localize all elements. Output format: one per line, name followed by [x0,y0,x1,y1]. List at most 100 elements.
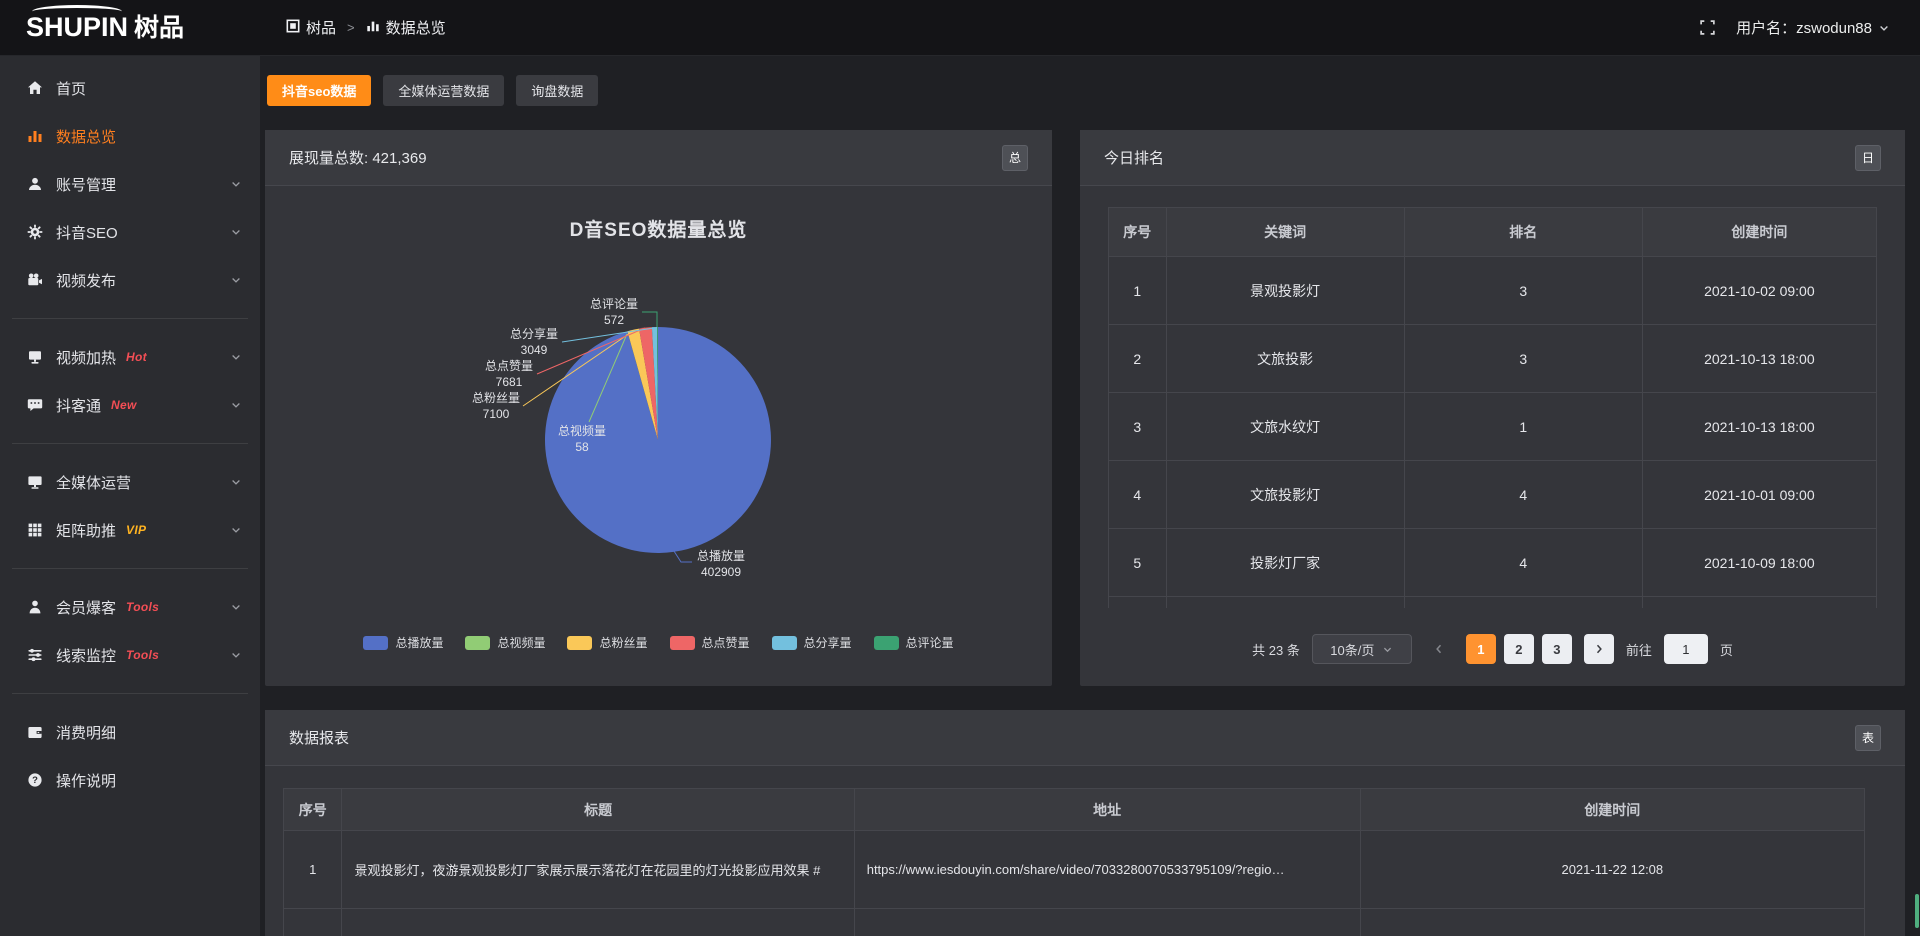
table-row[interactable]: 4文旅投影灯42021-10-01 09:00 [1109,461,1877,529]
video-url-link[interactable]: https://www.iesdouyin.com/share/video/70… [854,831,1360,909]
table-cell: 4 [1404,461,1642,529]
ranking-panel-header: 今日排名 日 [1080,130,1905,186]
app-logo[interactable]: SHUPIN 树品 [0,14,260,41]
ranking-panel: 今日排名 日 序号关键词排名创建时间1景观投影灯32021-10-02 09:0… [1080,130,1905,686]
sidebar-item-数据总览[interactable]: 数据总览 [0,112,260,160]
sidebar-item-消费明细[interactable]: 消费明细 [0,708,260,756]
chevron-left-icon [1433,643,1445,655]
legend-item-总粉丝量[interactable]: 总粉丝量 [567,634,647,651]
ranking-day-toggle-button[interactable]: 日 [1855,145,1881,171]
video-camera-icon [27,272,43,288]
table-row[interactable]: 2文旅投影32021-10-13 18:00 [1109,325,1877,393]
table-cell: 2021-10-13 18:00 [1642,325,1876,393]
breadcrumb-current-label: 数据总览 [386,17,446,38]
page-button-1[interactable]: 1 [1466,634,1496,664]
table-cell: 2 [1109,325,1167,393]
legend-label: 总粉丝量 [599,634,647,651]
pie-chart-area: D音SEO数据量总览 总播放量402909总视频量58总粉丝量7100总点赞量7… [265,186,1052,686]
report-table-toggle-button[interactable]: 表 [1855,725,1881,751]
legend-label: 总分享量 [804,634,852,651]
table-cell: 1 [1404,393,1642,461]
breadcrumb-root[interactable]: 树品 [286,17,336,38]
report-table: 序号标题地址创建时间1景观投影灯，夜游景观投影灯厂家展示展示落花灯在花园里的灯光… [283,788,1865,936]
title-cell: 景观投影灯，夜游景观投影灯厂家展示展示落花灯在花园里的灯光投影应用效果 # [342,831,854,909]
sidebar-item-label: 会员爆客 [56,597,116,618]
legend-swatch [567,636,592,650]
chevron-down-icon [230,476,242,488]
table-header-row: 序号关键词排名创建时间 [1109,208,1877,257]
sidebar-item-label: 抖客通 [56,395,101,416]
user-menu[interactable]: 用户名：zswodun88 [1736,17,1890,38]
pie-label-总粉丝量: 总粉丝量7100 [467,390,525,422]
page-button-3[interactable]: 3 [1542,634,1572,664]
sidebar-item-操作说明[interactable]: ?操作说明 [0,756,260,804]
breadcrumb-current[interactable]: 数据总览 [366,17,446,38]
chevron-down-icon [230,178,242,190]
breadcrumb-separator: > [347,20,355,35]
pie-label-总播放量: 总播放量402909 [690,548,752,580]
tab-抖音seo数据[interactable]: 抖音seo数据 [267,75,371,106]
chevron-down-icon [1878,22,1890,34]
legend-item-总分享量[interactable]: 总分享量 [772,634,852,651]
sidebar-item-视频加热[interactable]: 视频加热Hot [0,333,260,381]
table-cell: 2021-10-01 09:00 [1642,461,1876,529]
legend-swatch [772,636,797,650]
fullscreen-icon[interactable] [1699,19,1716,36]
tab-询盘数据[interactable]: 询盘数据 [516,75,598,106]
legend-swatch [670,636,695,650]
dashboard-page: { "header": { "logo_en": "SHUPIN", "logo… [0,0,1920,936]
table-row[interactable]: 3文旅水纹灯12021-10-13 18:00 [1109,393,1877,461]
sidebar-item-badge: Tools [126,600,159,614]
legend-swatch [363,636,388,650]
table-cell: 文旅水纹灯 [1166,393,1404,461]
pie-label-总点赞量: 总点赞量7681 [480,358,538,390]
legend-label: 总点赞量 [702,634,750,651]
legend-swatch [465,636,490,650]
sidebar-item-label: 账号管理 [56,174,116,195]
legend-item-总播放量[interactable]: 总播放量 [363,634,443,651]
sidebar-item-视频发布[interactable]: 视频发布 [0,256,260,304]
legend-item-总视频量[interactable]: 总视频量 [465,634,545,651]
sidebar-item-账号管理[interactable]: 账号管理 [0,160,260,208]
sidebar-item-抖客通[interactable]: 抖客通New [0,381,260,429]
next-page-button[interactable] [1584,634,1614,664]
table-row[interactable]: 5投影灯厂家42021-10-09 18:00 [1109,529,1877,597]
chevron-down-icon [230,399,242,411]
data-tabs: 抖音seo数据全媒体运营数据询盘数据 [267,75,598,106]
top-header: SHUPIN 树品 树品 > 数据总览 用户名：zswodun88 [0,0,1920,56]
created-time-cell: 2021-11-22 12:08 [1360,831,1864,909]
table-row[interactable]: 1景观投影灯，夜游景观投影灯厂家展示展示落花灯在花园里的灯光投影应用效果 #ht… [284,831,1865,909]
legend-item-总评论量[interactable]: 总评论量 [874,634,954,651]
table-cell: 2021-10-13 18:00 [1642,393,1876,461]
sliders-icon [27,647,43,663]
report-panel: 数据报表 表 序号标题地址创建时间1景观投影灯，夜游景观投影灯厂家展示展示落花灯… [265,710,1905,936]
prev-page-button[interactable] [1424,634,1454,664]
page-scrollbar-thumb[interactable] [1915,894,1919,928]
goto-page-input[interactable] [1664,634,1708,664]
sidebar-item-label: 视频发布 [56,270,116,291]
pie-label-name: 总粉丝量 [467,390,525,406]
sidebar-item-全媒体运营[interactable]: 全媒体运营 [0,458,260,506]
legend-item-总点赞量[interactable]: 总点赞量 [670,634,750,651]
table-cell: 5 [1109,529,1167,597]
ranking-title: 今日排名 [1104,147,1164,168]
logo-text-cn: 树品 [134,16,184,41]
page-size-select[interactable]: 10条/页 [1312,634,1412,664]
chevron-down-icon [230,524,242,536]
main-content: 抖音seo数据全媒体运营数据询盘数据 展现量总数: 421,369 总 D音SE… [260,56,1920,936]
sidebar-item-矩阵助推[interactable]: 矩阵助推VIP [0,506,260,554]
legend-swatch [874,636,899,650]
sidebar-item-首页[interactable]: 首页 [0,64,260,112]
page-button-2[interactable]: 2 [1504,634,1534,664]
overview-total-toggle-button[interactable]: 总 [1002,145,1028,171]
sidebar-item-label: 矩阵助推 [56,520,116,541]
table-row[interactable]: 1景观投影灯32021-10-02 09:00 [1109,257,1877,325]
sidebar-item-线索监控[interactable]: 线索监控Tools [0,631,260,679]
sidebar-item-会员爆客[interactable]: 会员爆客 Tools [0,583,260,631]
sidebar-item-抖音SEO[interactable]: 抖音SEO [0,208,260,256]
tab-全媒体运营数据[interactable]: 全媒体运营数据 [383,75,504,106]
sidebar-item-label: 视频加热 [56,347,116,368]
report-title: 数据报表 [289,727,349,748]
logo-text-en: SHUPIN [26,14,128,41]
chevron-right-icon [1593,643,1605,655]
